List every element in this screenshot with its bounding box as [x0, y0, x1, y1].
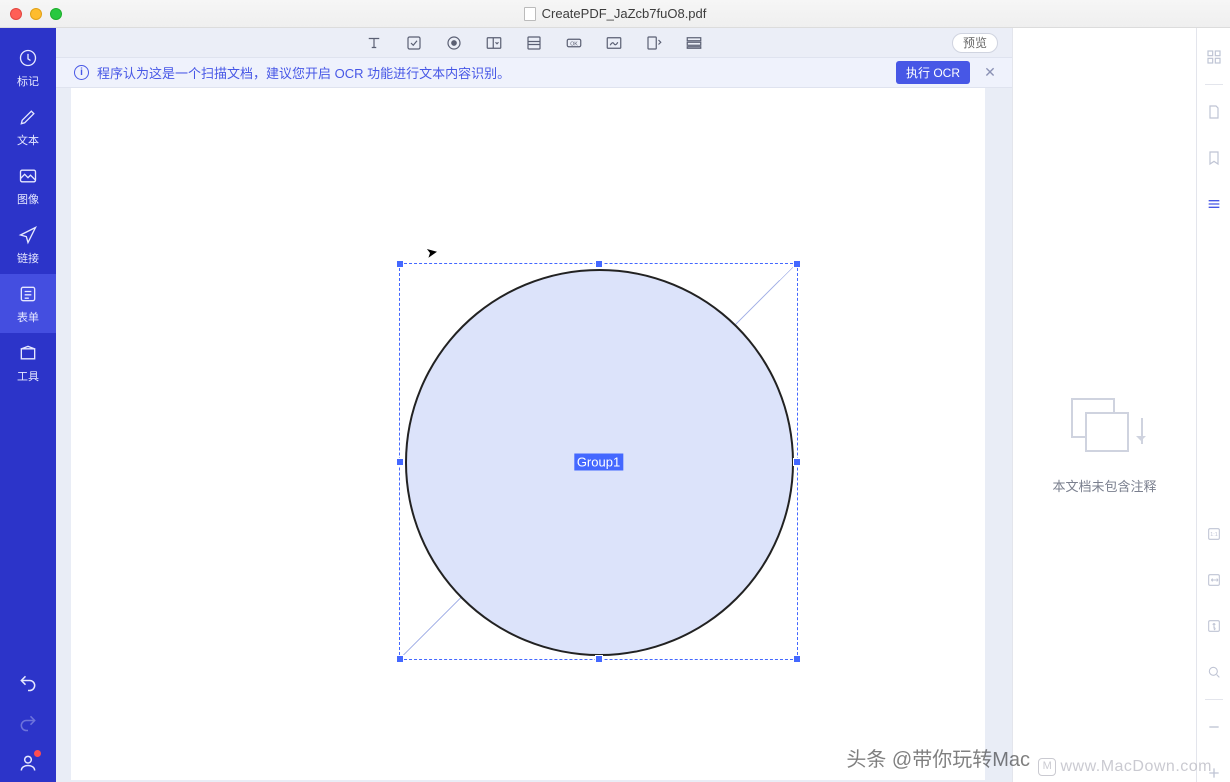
document-icon [524, 7, 536, 21]
zoom-fit-button[interactable]: 1:1 [1205, 525, 1223, 543]
maximize-window-button[interactable] [50, 8, 62, 20]
resize-handle-br[interactable] [793, 655, 801, 663]
svg-text:1:1: 1:1 [1210, 532, 1217, 538]
info-icon: i [74, 65, 89, 80]
window-controls [10, 8, 62, 20]
tools-icon [18, 343, 38, 363]
notification-dot [34, 750, 41, 757]
listbox-tool[interactable] [524, 33, 544, 53]
resize-handle-bm[interactable] [595, 655, 603, 663]
signature-tool[interactable] [604, 33, 624, 53]
user-button[interactable] [17, 752, 39, 774]
sidebar-label: 表单 [17, 309, 39, 325]
page-tab[interactable] [1205, 103, 1223, 121]
sidebar-item-tools[interactable]: 工具 [0, 333, 56, 392]
minimize-window-button[interactable] [30, 8, 42, 20]
sidebar-label: 图像 [17, 191, 39, 207]
sidebar-item-link[interactable]: 链接 [0, 215, 56, 274]
resize-handle-mr[interactable] [793, 458, 801, 466]
zoom-page-button[interactable] [1205, 617, 1223, 635]
button-tool[interactable]: OK [564, 33, 584, 53]
filename-label: CreatePDF_JaZcb7fuO8.pdf [542, 6, 707, 21]
group-label: Group1 [574, 453, 623, 470]
sidebar-label: 文本 [17, 132, 39, 148]
combobox-tool[interactable] [484, 33, 504, 53]
center-area: OK 预览 i 程序认为这是一个扫描文档，建议您开启 OCR 功能进行文本内容识… [56, 28, 1012, 782]
banner-message: 程序认为这是一个扫描文档，建议您开启 OCR 功能进行文本内容识别。 [97, 63, 888, 82]
cursor-icon: ➤ [425, 243, 440, 262]
svg-text:OK: OK [570, 41, 578, 47]
document-area[interactable]: ➤ Group1 [56, 88, 1012, 782]
right-rail: 1:1 [1196, 28, 1230, 782]
redo-button[interactable] [17, 712, 39, 734]
text-field-tool[interactable] [364, 33, 384, 53]
empty-annotations-icon [1065, 398, 1145, 458]
titlebar: CreatePDF_JaZcb7fuO8.pdf [0, 0, 1230, 28]
thumbnails-tab[interactable] [1205, 48, 1223, 66]
window-title: CreatePDF_JaZcb7fuO8.pdf [0, 6, 1230, 21]
resize-handle-ml[interactable] [396, 458, 404, 466]
radio-tool[interactable] [444, 33, 464, 53]
sidebar-bottom [0, 672, 56, 782]
run-ocr-button[interactable]: 执行 OCR [896, 61, 970, 84]
empty-annotations-text: 本文档未包含注释 [1052, 476, 1156, 495]
undo-button[interactable] [17, 672, 39, 694]
sidebar-item-image[interactable]: 图像 [0, 156, 56, 215]
resize-handle-tl[interactable] [396, 260, 404, 268]
form-icon [18, 284, 38, 304]
sidebar-item-form[interactable]: 表单 [0, 274, 56, 333]
sidebar-label: 标记 [17, 73, 39, 89]
form-toolbar: OK 预览 [56, 28, 1012, 58]
annotations-panel: 本文档未包含注释 [1012, 28, 1196, 782]
annotations-tab[interactable] [1205, 195, 1223, 213]
link-icon [18, 225, 38, 245]
image-icon [18, 166, 38, 186]
zoom-select-button[interactable] [1205, 663, 1223, 681]
resize-handle-tm[interactable] [595, 260, 603, 268]
form-object-selection[interactable]: Group1 [399, 263, 798, 660]
bookmark-tab[interactable] [1205, 149, 1223, 167]
zoom-width-button[interactable] [1205, 571, 1223, 589]
banner-close-button[interactable]: ✕ [978, 64, 1002, 81]
sidebar-left: 标记 文本 图像 链接 表单 [0, 28, 56, 782]
ocr-banner: i 程序认为这是一个扫描文档，建议您开启 OCR 功能进行文本内容识别。 执行 … [56, 58, 1012, 88]
checkbox-tool[interactable] [404, 33, 424, 53]
sidebar-label: 链接 [17, 250, 39, 266]
close-window-button[interactable] [10, 8, 22, 20]
more-tools[interactable] [684, 33, 704, 53]
zoom-out-button[interactable] [1205, 718, 1223, 736]
sidebar-item-mark[interactable]: 标记 [0, 38, 56, 97]
preview-button[interactable]: 预览 [952, 33, 998, 53]
sidebar-item-text[interactable]: 文本 [0, 97, 56, 156]
resize-handle-bl[interactable] [396, 655, 404, 663]
resize-handle-tr[interactable] [793, 260, 801, 268]
mark-icon [18, 48, 38, 68]
image-field-tool[interactable] [644, 33, 664, 53]
app-body: 标记 文本 图像 链接 表单 [0, 28, 1230, 782]
pdf-page[interactable]: ➤ Group1 [71, 88, 985, 780]
text-edit-icon [18, 107, 38, 127]
watermark-left: 头条 @带你玩转Mac [846, 743, 1030, 772]
sidebar-label: 工具 [17, 368, 39, 384]
watermark-right: Mwww.MacDown.com [1038, 758, 1212, 776]
